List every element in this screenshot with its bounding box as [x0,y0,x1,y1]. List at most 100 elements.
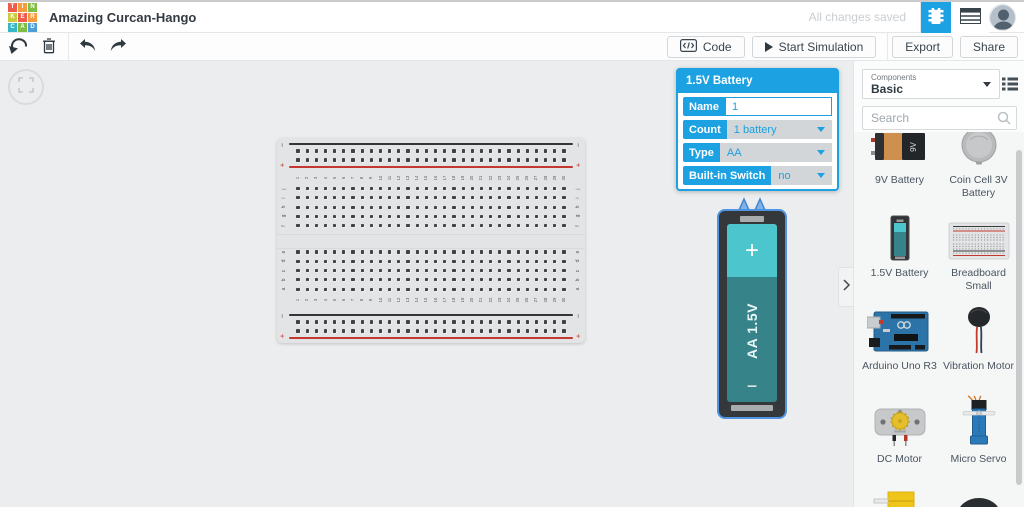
breadboard-hole[interactable] [369,269,373,273]
breadboard-hole[interactable] [415,259,419,263]
breadboard-hole[interactable] [479,278,484,282]
breadboard-hole[interactable] [424,320,428,324]
breadboard-hole[interactable] [333,320,337,324]
name-input[interactable] [724,97,832,116]
component-item-1-5v-battery[interactable]: 1.5V Battery [860,211,939,292]
breadboard-hole[interactable] [397,214,401,218]
breadboard-hole[interactable] [342,224,346,228]
breadboard-hole[interactable] [479,196,484,200]
breadboard-hole[interactable] [489,329,493,333]
breadboard-hole[interactable] [443,214,447,218]
breadboard-hole[interactable] [397,186,401,191]
builtin-switch-select[interactable]: no [771,166,832,185]
breadboard-hole[interactable] [553,269,557,273]
breadboard-hole[interactable] [525,259,529,263]
breadboard-hole[interactable] [498,214,502,218]
breadboard-hole[interactable] [534,329,539,333]
breadboard-hole[interactable] [388,259,392,263]
breadboard-hole[interactable] [351,149,355,153]
breadboard-hole[interactable] [305,278,309,282]
breadboard-hole[interactable] [498,259,502,263]
breadboard-hole[interactable] [525,196,529,200]
breadboard-hole[interactable] [461,320,465,324]
breadboard-hole[interactable] [360,205,364,209]
breadboard-hole[interactable] [544,259,548,263]
breadboard-hole[interactable] [433,186,438,191]
breadboard-hole[interactable] [544,158,548,162]
breadboard-hole[interactable] [516,250,520,254]
breadboard-hole[interactable] [498,250,502,254]
breadboard-hole[interactable] [562,329,566,333]
breadboard-hole[interactable] [516,186,520,191]
circuit-canvas[interactable]: − + − + − + − +1 1 2 2 3 3 4 4 5 5 6 6 7 7 8 8 9 9 10 10 11 11 12 12 13… [0,61,853,507]
breadboard-hole[interactable] [323,259,328,263]
breadboard-hole[interactable] [369,205,373,209]
breadboard-hole[interactable] [562,158,566,162]
breadboard-hole[interactable] [314,278,318,282]
breadboard-hole[interactable] [433,329,438,333]
breadboard-hole[interactable] [388,196,392,200]
undo-button[interactable] [73,33,103,61]
breadboard-hole[interactable] [562,186,566,191]
breadboard-hole[interactable] [406,205,410,209]
breadboard-component[interactable]: − + − + − + − +1 1 2 2 3 3 4 4 5 5 6 6 7 7 8 8 9 9 10 10 11 11 12 12 13… [277,138,585,343]
breadboard-hole[interactable] [305,287,309,291]
breadboard-hole[interactable] [314,250,318,254]
breadboard-hole[interactable] [516,320,520,324]
breadboard-hole[interactable] [470,278,474,282]
breadboard-hole[interactable] [314,287,318,291]
breadboard-hole[interactable] [443,320,447,324]
breadboard-hole[interactable] [342,205,346,209]
breadboard-hole[interactable] [360,196,364,200]
breadboard-hole[interactable] [553,329,557,333]
breadboard-hole[interactable] [562,214,566,218]
breadboard-hole[interactable] [369,214,373,218]
breadboard-hole[interactable] [470,287,474,291]
breadboard-hole[interactable] [516,278,520,282]
breadboard-hole[interactable] [351,250,355,254]
breadboard-hole[interactable] [415,214,419,218]
breadboard-hole[interactable] [388,158,392,162]
redo-button[interactable] [103,33,133,61]
breadboard-hole[interactable] [305,214,309,218]
breadboard-hole[interactable] [525,329,529,333]
breadboard-hole[interactable] [489,224,493,228]
breadboard-hole[interactable] [470,320,474,324]
breadboard-hole[interactable] [333,329,337,333]
breadboard-hole[interactable] [378,269,383,273]
breadboard-hole[interactable] [534,278,539,282]
breadboard-hole[interactable] [479,186,484,191]
breadboard-hole[interactable] [378,250,383,254]
breadboard-hole[interactable] [378,259,383,263]
breadboard-hole[interactable] [296,186,300,191]
breadboard-hole[interactable] [525,287,529,291]
breadboard-hole[interactable] [378,205,383,209]
breadboard-hole[interactable] [553,205,557,209]
breadboard-hole[interactable] [479,158,484,162]
breadboard-hole[interactable] [360,259,364,263]
breadboard-hole[interactable] [452,250,456,254]
breadboard-hole[interactable] [452,278,456,282]
breadboard-hole[interactable] [516,224,520,228]
breadboard-hole[interactable] [433,320,438,324]
breadboard-hole[interactable] [452,329,456,333]
breadboard-hole[interactable] [369,224,373,228]
breadboard-hole[interactable] [406,196,410,200]
breadboard-hole[interactable] [553,158,557,162]
breadboard-hole[interactable] [498,224,502,228]
breadboard-hole[interactable] [415,186,419,191]
breadboard-hole[interactable] [507,329,511,333]
breadboard-hole[interactable] [507,259,511,263]
breadboard-hole[interactable] [323,329,328,333]
breadboard-hole[interactable] [406,158,410,162]
breadboard-hole[interactable] [406,329,410,333]
breadboard-hole[interactable] [424,329,428,333]
breadboard-hole[interactable] [296,278,300,282]
breadboard-hole[interactable] [461,329,465,333]
breadboard-hole[interactable] [314,158,318,162]
component-item-arduino-uno[interactable]: Arduino Uno R3 [860,304,939,385]
breadboard-hole[interactable] [351,320,355,324]
breadboard-hole[interactable] [397,259,401,263]
breadboard-hole[interactable] [452,186,456,191]
breadboard-hole[interactable] [433,205,438,209]
